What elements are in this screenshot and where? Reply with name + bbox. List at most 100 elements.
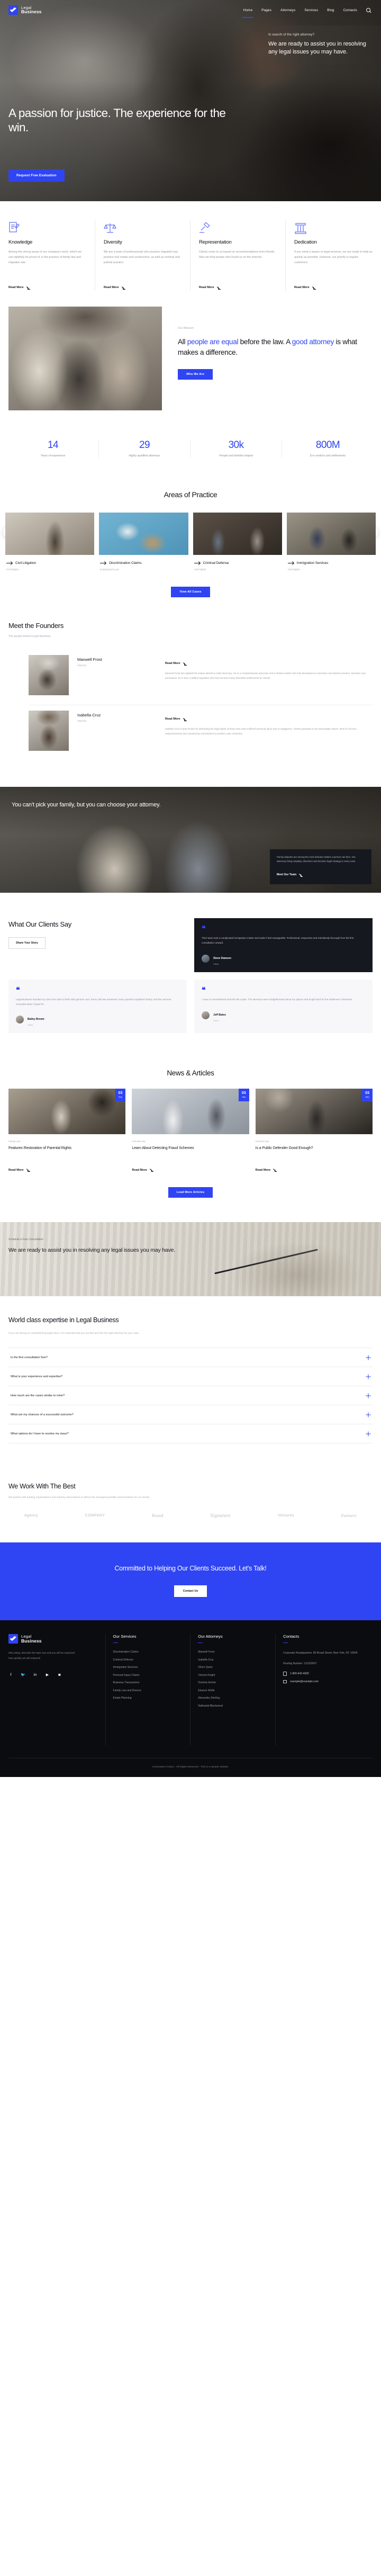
news-read-more-link[interactable]: Read More <box>132 1168 153 1172</box>
feature-card-knowledge: Knowledge Among the strong areas of our … <box>0 220 95 291</box>
faq-item[interactable]: What is your experience and expertise? <box>8 1367 373 1387</box>
feature-text: Among the strong areas of our company's … <box>8 250 81 264</box>
feature-read-more-link[interactable]: Read More <box>294 286 316 290</box>
footer-attorney-link[interactable]: Victoria Knight <box>198 1674 269 1677</box>
view-all-cases-button[interactable]: View All Cases <box>171 587 210 597</box>
practice-card[interactable]: Criminal Defense Civil Rights <box>193 513 282 571</box>
news-card[interactable]: 03 Sep Criminal Law Is a Public Defender … <box>255 1089 373 1173</box>
avatar <box>202 1011 210 1019</box>
plus-icon[interactable] <box>366 1431 370 1436</box>
faq-question: What options do I have to resolve my iss… <box>11 1432 69 1435</box>
load-more-articles-button[interactable]: Load More Articles <box>168 1187 213 1198</box>
nav-item-pages[interactable]: Pages <box>261 8 271 12</box>
mission-heading-highlight: people are equal <box>187 338 239 346</box>
founder-read-more-link[interactable]: Read More <box>165 662 187 666</box>
footer-attorney-link[interactable]: Eleanor Wolfe <box>198 1689 269 1692</box>
nav-item-attorneys[interactable]: Attorneys <box>280 8 295 12</box>
plus-icon[interactable] <box>366 1374 370 1379</box>
footer-attorney-link[interactable]: Maxwell Frost <box>198 1650 269 1654</box>
founder-read-more-link[interactable]: Read More <box>165 717 187 721</box>
site-logo[interactable]: Legal Business <box>8 5 42 15</box>
faq-item[interactable]: What are my chances of a successful outc… <box>8 1405 373 1425</box>
news-card[interactable]: 03 Sep Family Law Features Restoration of… <box>8 1089 126 1173</box>
hero-side-panel: In search of the right attorney? We are … <box>257 25 381 65</box>
brands-subtitle: We partner with leading organizations an… <box>8 1496 150 1500</box>
nav-item-home[interactable]: Home <box>242 8 253 18</box>
footer-services-title: Our Services <box>113 1634 137 1639</box>
arrow-down-right-icon <box>183 717 187 721</box>
feature-title: Representation <box>199 239 232 245</box>
footer-attorney-link[interactable]: Isabella Cruz <box>198 1658 269 1662</box>
brands-title: We Work With The Best <box>8 1483 76 1491</box>
faq-item[interactable]: What options do I have to resolve my iss… <box>8 1424 373 1444</box>
plus-icon[interactable] <box>366 1393 370 1398</box>
founder-bio: Isabella Cruz is best known for defendin… <box>165 728 358 735</box>
news-read-more-link[interactable]: Read More <box>256 1168 277 1172</box>
practice-card[interactable]: Discrimination Claims Employment Law <box>99 513 188 571</box>
hero-section: Legal Business Home Pages Attorneys Serv… <box>0 0 381 201</box>
footer-service-link[interactable]: Business Transactions <box>113 1681 184 1684</box>
faq-title: World class expertise in Legal Business <box>8 1316 119 1324</box>
news-card[interactable]: 03 Sep Criminal Law Learn About Detecting… <box>132 1089 249 1173</box>
footer-service-link[interactable]: Criminal Defense <box>113 1658 184 1662</box>
stat-item: 800M $ in verdicts and settlements <box>282 440 374 457</box>
who-we-are-button[interactable]: Who We Are <box>178 369 213 380</box>
footer-attorney-link[interactable]: Oliver Quinn <box>198 1666 269 1669</box>
plus-icon[interactable] <box>366 1412 370 1417</box>
nav-item-contacts[interactable]: Contacts <box>343 8 357 12</box>
footer-address: Corporate Headquarters: 85 Broad Street,… <box>283 1651 358 1655</box>
feature-read-more-link[interactable]: Read More <box>199 286 221 290</box>
footer-attorney-link[interactable]: Dominic Archer <box>198 1681 269 1684</box>
nav-item-blog[interactable]: Blog <box>327 8 334 12</box>
footer-service-link[interactable]: Family Law and Divorce <box>113 1689 184 1692</box>
footer-copyright: cmsmasters ©2024 - All Rights Reserved -… <box>8 1758 373 1777</box>
feature-read-more-link[interactable]: Read More <box>8 286 30 290</box>
footer-contacts-title: Contacts <box>283 1634 300 1639</box>
instagram-icon[interactable]: ◙ <box>57 1673 62 1677</box>
faq-item[interactable]: How much are the cases similar to mine? <box>8 1386 373 1406</box>
footer-email[interactable]: example@example.com <box>283 1680 366 1684</box>
linkedin-icon[interactable]: in <box>33 1673 38 1677</box>
feature-card-dedication: Dedication If you need a lawyer or legal… <box>286 220 381 291</box>
founder-photo <box>29 655 69 695</box>
footer-service-link[interactable]: Discrimination Claims <box>113 1650 184 1654</box>
contact-us-button[interactable]: Contact Us <box>174 1585 207 1597</box>
founders-section: Meet the Founders The people behind Lega… <box>0 622 381 779</box>
footer-phone[interactable]: 1-800-643-4300 <box>283 1672 366 1676</box>
header-bar: Legal Business Home Pages Attorneys Serv… <box>0 0 381 18</box>
youtube-icon[interactable]: ▶ <box>45 1673 50 1677</box>
footer-logo[interactable]: Legal Business <box>8 1634 99 1644</box>
mission-heading-part: before the law. A <box>238 338 292 346</box>
practice-card[interactable]: Civil Litigation Civil Rights <box>5 513 95 571</box>
hero-side-heading: We are ready to assist you in resolving … <box>268 41 366 56</box>
arrow-right-icon <box>287 562 294 565</box>
practice-card-sub: Civil Rights <box>6 568 19 571</box>
plus-icon[interactable] <box>366 1355 370 1360</box>
facebook-icon[interactable]: f <box>8 1673 13 1677</box>
underline-accent <box>283 1642 288 1644</box>
quote-icon: ❝ <box>202 924 206 932</box>
footer-service-link[interactable]: Estate Planning <box>113 1697 184 1700</box>
stat-label: Years of experience <box>40 454 66 457</box>
news-read-more-link[interactable]: Read More <box>8 1168 30 1172</box>
footer-attorney-link[interactable]: Nathanial Blackwood <box>198 1704 269 1708</box>
footer-service-link[interactable]: Personal Injury Claims <box>113 1674 184 1677</box>
request-free-evaluation-button[interactable]: Request Free Evaluation <box>8 169 65 182</box>
feature-read-more-link[interactable]: Read More <box>104 286 125 290</box>
faq-item[interactable]: Is the first consultation free? <box>8 1348 373 1368</box>
partner-logo: Brand <box>152 1513 164 1518</box>
meet-our-team-link[interactable]: Meet Our Team <box>277 873 303 877</box>
practice-photo <box>99 513 188 555</box>
testimonials-section: What Our Clients Say Share Your Story ❝ … <box>0 893 381 1052</box>
search-icon[interactable] <box>366 8 370 12</box>
practice-card[interactable]: Immigration Services Civil Rights <box>286 513 376 571</box>
nav-item-services[interactable]: Services <box>304 8 318 12</box>
footer-attorney-link[interactable]: Alexandra Sterling <box>198 1697 269 1700</box>
footer-routing-number: Routing Number: 111923607 <box>283 1662 317 1666</box>
twitter-icon[interactable]: 🐦 <box>21 1673 25 1677</box>
share-your-story-button[interactable]: Share Your Story <box>8 937 46 949</box>
testimonial-card: ❝ I came in overwhelmed and left with a … <box>194 979 373 1034</box>
stat-number: 29 <box>139 439 150 451</box>
stat-label: Highly qualified attorneys <box>129 454 160 457</box>
footer-service-link[interactable]: Immigration Services <box>113 1666 184 1669</box>
